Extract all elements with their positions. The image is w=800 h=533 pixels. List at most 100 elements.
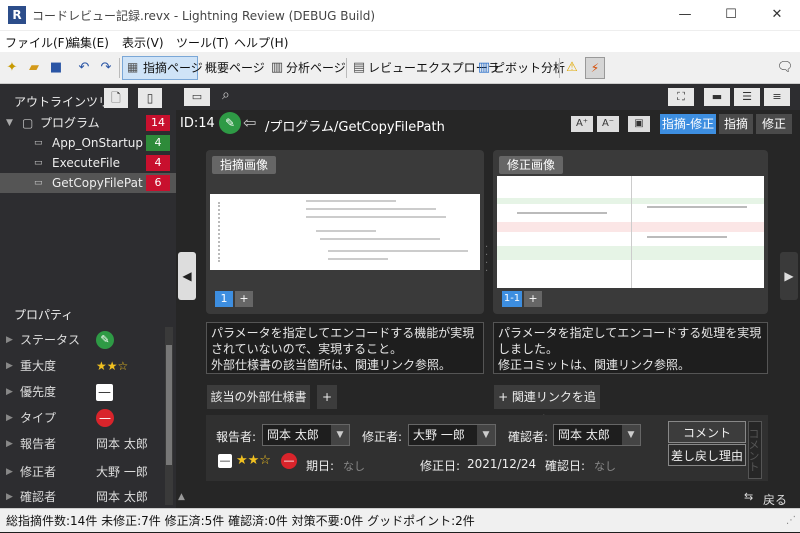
menu-bar: ファイル(F) 編集(E) 表示(V) ツール(T) ヘルプ(H) [0, 30, 800, 52]
lightning-icon[interactable]: ⚡ [585, 57, 605, 79]
prev-arrow-icon[interactable]: ◀ [178, 252, 196, 300]
fix-image-add[interactable]: + [524, 291, 542, 307]
resize-grip-icon[interactable]: ⋰ [786, 509, 796, 533]
menu-tools[interactable]: ツール(T) [176, 34, 229, 51]
tree-item-executefile[interactable]: ▭ ExecuteFile 4 [0, 153, 176, 173]
chevron-down-icon: ▼ [477, 425, 495, 445]
fix-image-page[interactable]: 1-1 [502, 291, 522, 307]
method-icon: ▭ [34, 138, 43, 148]
prop-priority[interactable]: ▶ 優先度 — [0, 379, 165, 405]
issue-code-image[interactable] [210, 194, 480, 270]
splitter-handle[interactable]: · · · · [485, 243, 488, 277]
back-link[interactable]: 戻る [763, 491, 787, 508]
reject-reason-button[interactable]: 差し戻し理由 [668, 444, 746, 466]
fixed-date-label: 修正日: [420, 459, 461, 473]
minimize-button[interactable]: — [662, 0, 708, 30]
type-defect-icon: — [96, 409, 114, 427]
close-button[interactable]: ✕ [754, 0, 800, 30]
tree-item-app-onstartup[interactable]: ▭ App_OnStartup 4 [0, 133, 176, 153]
add-document-icon[interactable]: 🗋 [104, 88, 128, 108]
status-fixed-icon[interactable]: ✎ [219, 112, 241, 134]
comment-side-tab[interactable]: コメント [747, 421, 762, 479]
severity-stars-icon: ★★☆ [96, 359, 129, 373]
status-bar: 総指摘件数:14件 未修正:7件 修正済:5件 確認済:0件 対策不要:0件 グ… [0, 508, 800, 532]
tree-item-program[interactable]: ▼ ▢ プログラム 14 [0, 113, 176, 133]
checker-label: 確認者: [508, 430, 549, 444]
tab-pivot-analysis[interactable]: ピボット分析 [493, 57, 565, 79]
prop-reporter[interactable]: ▶ 報告者 岡本 太郎 [0, 431, 165, 457]
tab-issue-page[interactable]: 指摘ページ ▦ [122, 56, 203, 80]
due-value[interactable]: なし [343, 458, 365, 474]
screenshot-icon[interactable]: ▭ [184, 88, 210, 106]
fix-description[interactable]: パラメータを指定してエンコードする処理を実現しました。 修正コミットは、関連リン… [493, 322, 768, 374]
properties-scrollbar[interactable] [165, 327, 173, 505]
image-icon[interactable]: ▣ [628, 116, 650, 132]
prop-type[interactable]: ▶ タイプ — [0, 405, 165, 431]
fullscreen-icon[interactable]: ⛶ [668, 88, 694, 106]
save-icon[interactable]: ■ [47, 59, 65, 77]
mode-issue-fix[interactable]: 指摘-修正 [660, 114, 716, 134]
tree-item-getcopyfilepath[interactable]: ▭ GetCopyFilePat 6 [0, 173, 176, 193]
tab-summary-page[interactable]: 概要ページ [205, 57, 265, 79]
next-arrow-icon[interactable]: ▶ [780, 252, 798, 300]
new-file-icon[interactable]: ✦ [3, 59, 21, 77]
menu-help[interactable]: ヘルプ(H) [234, 34, 288, 51]
add-issue-link-button[interactable]: + [317, 385, 337, 409]
search-icon[interactable]: ⌕ [222, 87, 230, 103]
back-arrow-icon[interactable]: ⇦ [243, 113, 256, 132]
severity-stars-icon[interactable]: ★★☆ [236, 453, 271, 468]
undo-icon[interactable]: ↶ [75, 59, 93, 77]
add-item-icon[interactable]: ▯ [138, 88, 162, 108]
menu-edit[interactable]: 編集(E) [68, 34, 109, 51]
menu-file[interactable]: ファイル(F) [5, 34, 69, 51]
menu-view[interactable]: 表示(V) [122, 34, 164, 51]
fix-image-caption: 修正画像 [499, 156, 564, 174]
font-decrease-icon[interactable]: A⁻ [597, 116, 619, 132]
reporter-select[interactable]: 岡本 太郎 ▼ [262, 424, 350, 446]
layout-list-icon[interactable]: ☰ [734, 88, 760, 106]
layout-split-icon[interactable]: ▬ [704, 88, 730, 106]
prop-checker[interactable]: ▶ 確認者 岡本 太郎 [0, 487, 165, 507]
issue-count-badge: 14 [146, 115, 170, 131]
open-folder-icon[interactable]: ▰ [25, 59, 43, 77]
priority-normal-icon[interactable]: — [218, 454, 232, 468]
issue-description[interactable]: パラメータを指定してエンコードする機能が実現されていないので、実現すること。 外… [206, 322, 484, 374]
toolbar: ✦ ▰ ■ ↶ ↷ 指摘ページ ▦ 概要ページ ▥ 分析ページ ▤ レビューエク… [0, 52, 800, 84]
add-related-link-button[interactable]: + 関連リンクを追加 [494, 385, 600, 428]
confirm-date-value[interactable]: なし [594, 458, 616, 474]
comment-button[interactable]: コメント [668, 421, 746, 443]
collapse-up-icon[interactable]: ▲ [178, 492, 185, 502]
chart-icon: ▥ [270, 60, 284, 75]
method-icon: ▭ [34, 158, 43, 168]
redo-icon[interactable]: ↷ [97, 59, 115, 77]
fix-diff-image[interactable] [497, 176, 764, 288]
fixed-date-value[interactable]: 2021/12/24 [467, 457, 536, 471]
prop-severity[interactable]: ▶ 重大度 ★★☆ [0, 353, 165, 379]
chat-icon[interactable]: 🗨 [776, 59, 794, 77]
external-spec-link-button[interactable]: 該当の外部仕様書 [207, 385, 310, 409]
fixer-label: 修正者: [362, 430, 403, 444]
mode-issue[interactable]: 指摘 [719, 114, 753, 134]
expand-icon[interactable]: ▼ [6, 113, 13, 133]
checker-select[interactable]: 岡本 太郎 ▼ [553, 424, 641, 446]
status-fixed-icon: ✎ [96, 331, 114, 349]
fixer-select[interactable]: 大野 一郎 ▼ [408, 424, 496, 446]
type-defect-icon[interactable]: — [281, 453, 297, 469]
font-increase-icon[interactable]: A⁺ [571, 116, 593, 132]
properties-title: プロパティ [14, 308, 74, 322]
prop-fixer[interactable]: ▶ 修正者 大野 一郎 [0, 459, 165, 485]
back-icon[interactable]: ⇆ [744, 490, 753, 503]
mode-fix[interactable]: 修正 [756, 114, 792, 134]
issue-image-panel: 指摘画像 1 + [206, 150, 484, 314]
tab-analysis-page[interactable]: 分析ページ [286, 57, 346, 79]
issue-count-badge: 4 [146, 155, 170, 171]
status-text: 総指摘件数:14件 未修正:7件 修正済:5件 確認済:0件 対策不要:0件 グ… [6, 514, 475, 528]
issue-image-page[interactable]: 1 [215, 291, 233, 307]
maximize-button[interactable]: ☐ [708, 0, 754, 30]
issue-image-add[interactable]: + [235, 291, 253, 307]
prop-status[interactable]: ▶ ステータス ✎ [0, 327, 165, 353]
confirm-date-label: 確認日: [545, 459, 586, 473]
chevron-down-icon: ▼ [331, 425, 349, 445]
layout-rows-icon[interactable]: ≡ [764, 88, 790, 106]
warning-icon[interactable]: ⚠ [563, 59, 581, 77]
